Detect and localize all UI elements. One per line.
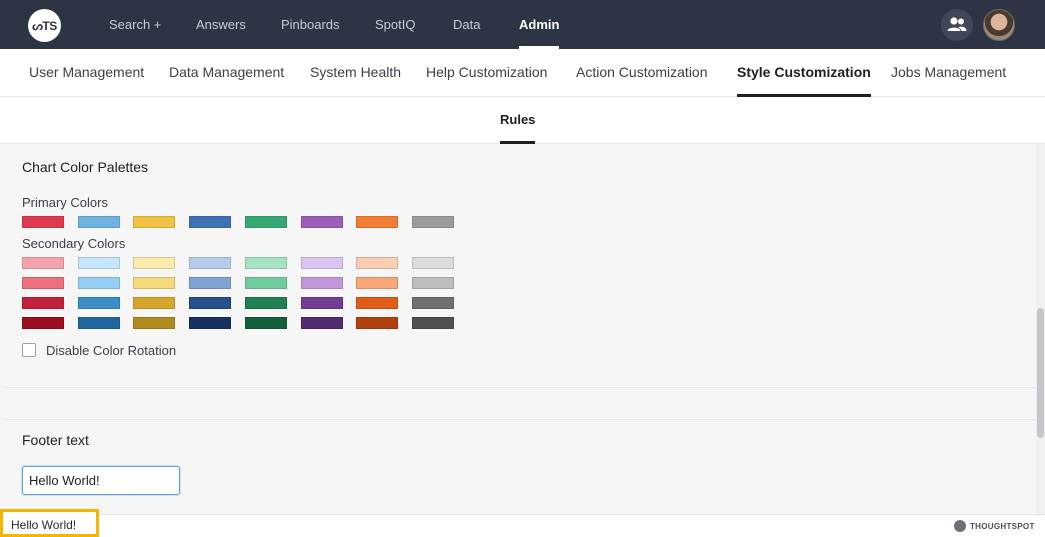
secondary-color-swatch[interactable] (133, 257, 176, 269)
primary-color-swatch[interactable] (189, 216, 232, 228)
secondary-color-swatch[interactable] (300, 277, 343, 289)
secondary-color-swatch[interactable] (77, 297, 120, 309)
thoughtspot-brand: THOUGHTSPOT (954, 519, 1035, 533)
brand-text: THOUGHTSPOT (970, 521, 1035, 531)
nav-pinboards[interactable]: Pinboards (281, 0, 340, 49)
disable-color-rotation-label[interactable]: Disable Color Rotation (46, 343, 176, 358)
secondary-color-swatch[interactable] (189, 297, 232, 309)
users-button[interactable] (941, 9, 973, 41)
nav-answers[interactable]: Answers (196, 0, 246, 49)
secondary-color-swatch[interactable] (244, 297, 287, 309)
scrollbar-thumb[interactable] (1037, 308, 1044, 438)
tab-system-health[interactable]: System Health (310, 49, 401, 97)
primary-color-swatch[interactable] (244, 216, 287, 228)
primary-colors-label: Primary Colors (22, 195, 108, 210)
secondary-color-swatch[interactable] (22, 317, 64, 329)
secondary-color-swatch[interactable] (244, 257, 287, 269)
nav-admin[interactable]: Admin (519, 0, 560, 49)
secondary-color-swatch[interactable] (356, 257, 399, 269)
secondary-colors-label: Secondary Colors (22, 236, 126, 251)
tab-action-customization[interactable]: Action Customization (576, 49, 708, 97)
top-nav-bar: ᔕTS Search + Answers Pinboards SpotIQ Da… (0, 0, 1045, 49)
primary-color-swatch[interactable] (133, 216, 176, 228)
footer-text-display: Hello World! (0, 509, 99, 537)
secondary-color-swatch[interactable] (300, 257, 343, 269)
secondary-color-swatch[interactable] (300, 317, 343, 329)
primary-color-swatch[interactable] (77, 216, 120, 228)
chart-color-palettes-section: Chart Color Palettes Primary Colors Seco… (2, 148, 1036, 388)
secondary-color-swatch[interactable] (77, 257, 120, 269)
secondary-color-swatch[interactable] (356, 297, 399, 309)
primary-color-swatch[interactable] (300, 216, 343, 228)
secondary-color-swatch[interactable] (22, 277, 64, 289)
secondary-color-swatch[interactable] (22, 297, 64, 309)
secondary-color-swatch[interactable] (356, 277, 399, 289)
primary-color-swatch[interactable] (22, 216, 64, 228)
secondary-color-swatch[interactable] (411, 257, 454, 269)
secondary-color-swatch[interactable] (77, 277, 120, 289)
footer-text-input[interactable] (22, 466, 180, 495)
secondary-color-swatch[interactable] (22, 257, 64, 269)
tab-data-management[interactable]: Data Management (169, 49, 284, 97)
nav-search[interactable]: Search + (109, 0, 161, 49)
tab-jobs-management[interactable]: Jobs Management (891, 49, 1006, 97)
secondary-color-swatch[interactable] (300, 297, 343, 309)
primary-color-swatch[interactable] (411, 216, 454, 228)
style-subtabs: Rules (0, 97, 1045, 144)
secondary-color-swatch[interactable] (411, 297, 454, 309)
thoughtspot-logo[interactable]: ᔕTS (28, 9, 61, 42)
vertical-scrollbar[interactable] (1036, 144, 1045, 514)
disable-color-rotation-checkbox[interactable] (22, 343, 36, 357)
users-icon (947, 17, 967, 31)
secondary-color-swatch[interactable] (244, 277, 287, 289)
logo-text: ᔕTS (32, 18, 57, 33)
footer-text-section: Footer text (2, 419, 1036, 517)
nav-spotiq[interactable]: SpotIQ (375, 0, 415, 49)
nav-data[interactable]: Data (453, 0, 480, 49)
app-footer (0, 514, 1045, 537)
secondary-color-swatch[interactable] (133, 277, 176, 289)
tab-help-customization[interactable]: Help Customization (426, 49, 547, 97)
tab-user-management[interactable]: User Management (29, 49, 144, 97)
secondary-color-swatch[interactable] (133, 317, 176, 329)
user-avatar[interactable] (983, 9, 1015, 41)
secondary-color-swatch[interactable] (189, 317, 232, 329)
secondary-color-swatch[interactable] (244, 317, 287, 329)
footer-text-value: Hello World! (11, 518, 77, 532)
admin-tabs: User Management Data Management System H… (0, 49, 1045, 97)
tab-rules[interactable]: Rules (500, 97, 536, 144)
secondary-color-swatch[interactable] (189, 277, 232, 289)
palettes-title: Chart Color Palettes (22, 159, 149, 175)
secondary-color-swatch[interactable] (189, 257, 232, 269)
footer-text-title: Footer text (22, 432, 89, 448)
tab-style-customization[interactable]: Style Customization (737, 49, 871, 97)
thoughtspot-brand-icon (954, 520, 966, 532)
secondary-color-swatch[interactable] (356, 317, 399, 329)
secondary-color-swatch[interactable] (411, 277, 454, 289)
secondary-color-swatch[interactable] (411, 317, 454, 329)
secondary-color-swatch[interactable] (77, 317, 120, 329)
secondary-color-swatch[interactable] (133, 297, 176, 309)
primary-color-swatch[interactable] (356, 216, 399, 228)
